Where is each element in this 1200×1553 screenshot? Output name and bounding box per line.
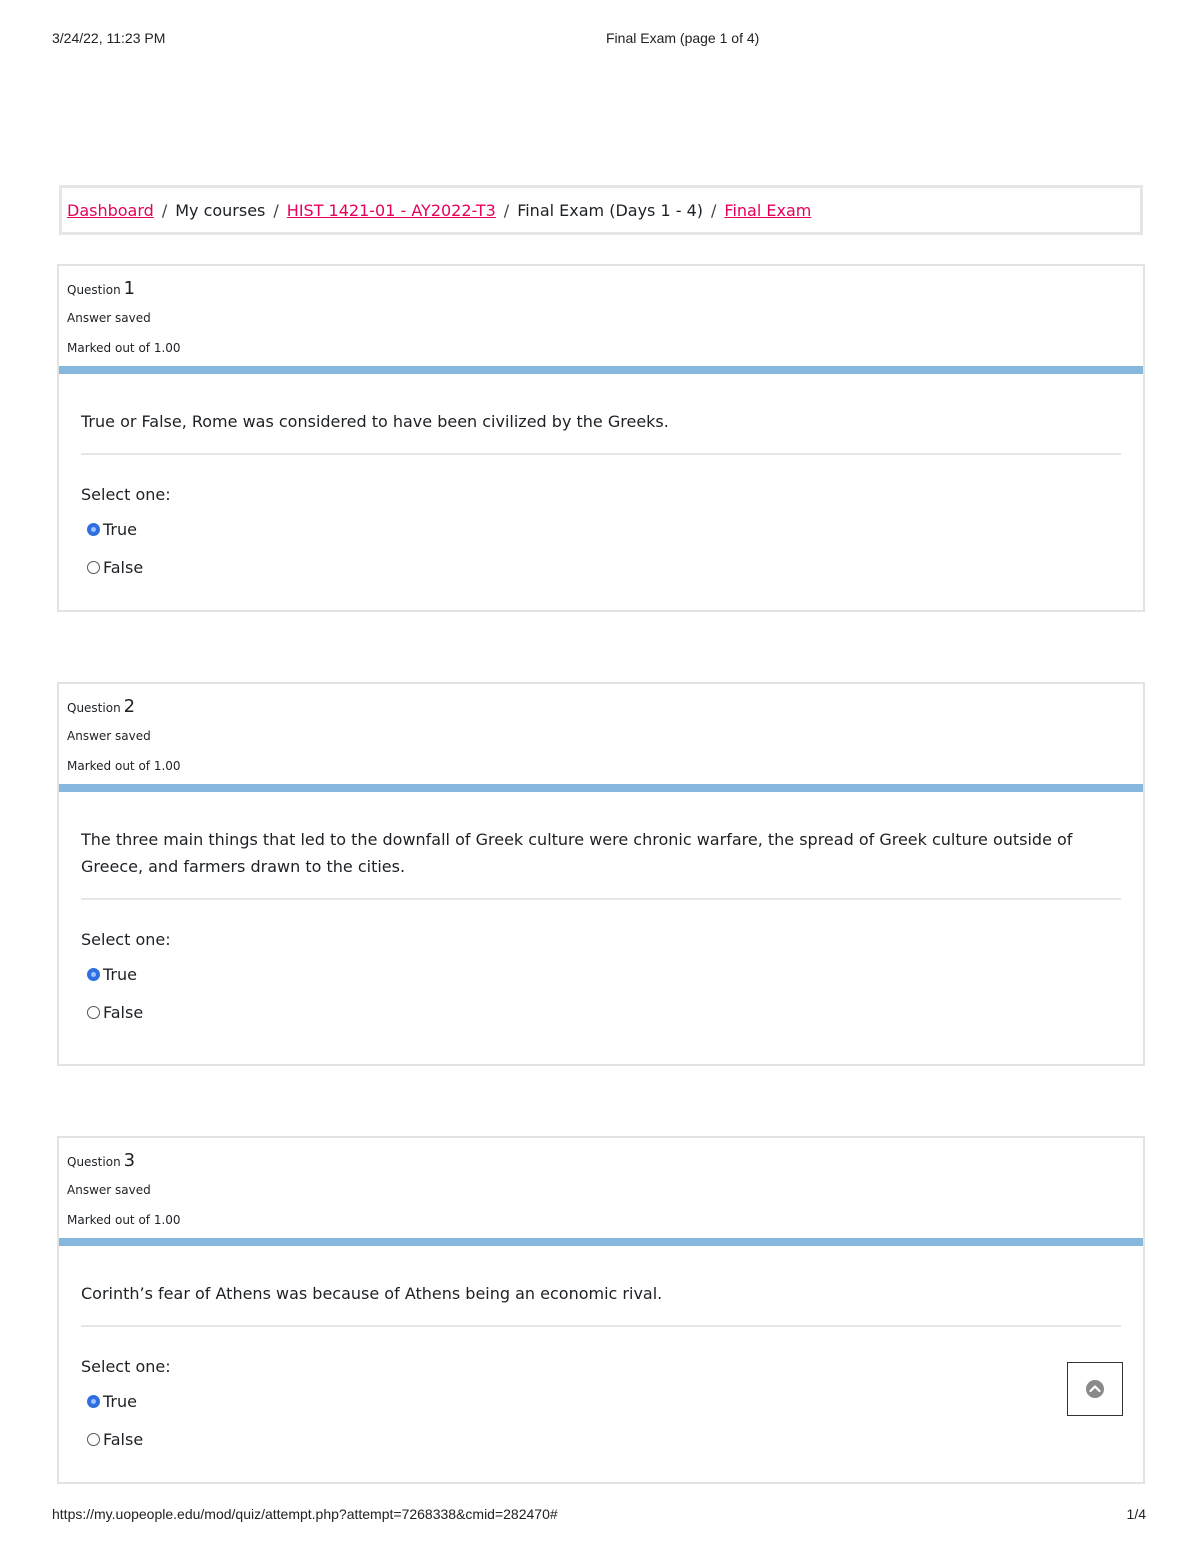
answer-option-false[interactable]: False bbox=[81, 999, 1121, 1025]
breadcrumb-separator: / bbox=[161, 200, 168, 220]
answer-prompt: Select one: bbox=[81, 930, 171, 949]
print-page-title: Final Exam (page 1 of 4) bbox=[606, 30, 760, 46]
breadcrumb: Dashboard / My courses / HIST 1421-01 - … bbox=[59, 185, 1143, 235]
radio-button-selected[interactable] bbox=[87, 1394, 100, 1408]
question-info: Question 3 Answer saved Marked out of 1.0… bbox=[59, 1138, 1143, 1238]
answer-option-label: False bbox=[103, 557, 144, 577]
question-divider-bar bbox=[59, 784, 1143, 792]
radio-button[interactable] bbox=[87, 1005, 100, 1019]
chevron-up-circle-icon bbox=[1086, 1380, 1104, 1398]
question-state: Answer saved bbox=[67, 729, 151, 743]
question-grade: Marked out of 1.00 bbox=[67, 341, 181, 355]
answer-option-label: True bbox=[103, 519, 137, 539]
question-number-value: 1 bbox=[123, 278, 136, 299]
question-1: Question 1 Answer saved Marked out of 1.0… bbox=[57, 264, 1145, 612]
breadcrumb-separator: / bbox=[273, 200, 279, 220]
question-number-label: Question bbox=[67, 1155, 121, 1169]
answer-prompt: Select one: bbox=[81, 485, 171, 504]
question-info: Question 2 Answer saved Marked out of 1.0… bbox=[59, 684, 1143, 784]
radio-button[interactable] bbox=[87, 1432, 100, 1446]
breadcrumb-dashboard-link[interactable]: Dashboard bbox=[67, 201, 154, 220]
question-number: Question 3 bbox=[67, 1150, 135, 1171]
question-text: Corinth’s fear of Athens was because of … bbox=[81, 1246, 1121, 1327]
answer-option-label: True bbox=[103, 1391, 137, 1411]
question-number: Question 1 bbox=[67, 278, 135, 299]
breadcrumb-my-courses: My courses bbox=[175, 200, 266, 220]
breadcrumb-course-link[interactable]: HIST 1421-01 - AY2022-T3 bbox=[287, 201, 496, 220]
question-divider-bar bbox=[59, 1238, 1143, 1246]
answer-option-label: True bbox=[103, 964, 137, 984]
print-datetime: 3/24/22, 11:23 PM bbox=[52, 30, 166, 46]
breadcrumb-section: Final Exam (Days 1 - 4) bbox=[517, 200, 704, 220]
question-number-value: 2 bbox=[123, 696, 136, 717]
question-number: Question 2 bbox=[67, 696, 135, 717]
print-url: https://my.uopeople.edu/mod/quiz/attempt… bbox=[52, 1506, 558, 1522]
answer-option-false[interactable]: False bbox=[81, 554, 1121, 580]
question-grade: Marked out of 1.00 bbox=[67, 1213, 181, 1227]
question-3: Question 3 Answer saved Marked out of 1.0… bbox=[57, 1136, 1145, 1484]
question-divider-bar bbox=[59, 366, 1143, 374]
question-number-label: Question bbox=[67, 701, 121, 715]
radio-button-selected[interactable] bbox=[87, 522, 100, 536]
breadcrumb-final-exam-link[interactable]: Final Exam bbox=[724, 201, 811, 220]
question-info: Question 1 Answer saved Marked out of 1.0… bbox=[59, 266, 1143, 366]
question-text: The three main things that led to the do… bbox=[81, 792, 1121, 900]
print-footer: https://my.uopeople.edu/mod/quiz/attempt… bbox=[0, 1506, 1200, 1526]
answer-option-true[interactable]: True bbox=[81, 961, 1121, 987]
radio-button-selected[interactable] bbox=[87, 967, 100, 981]
print-page-number: 1/4 bbox=[1126, 1506, 1146, 1522]
breadcrumb-separator: / bbox=[711, 200, 717, 220]
question-grade: Marked out of 1.00 bbox=[67, 759, 181, 773]
question-2: Question 2 Answer saved Marked out of 1.0… bbox=[57, 682, 1145, 1066]
question-text: True or False, Rome was considered to ha… bbox=[81, 374, 1121, 455]
answer-prompt: Select one: bbox=[81, 1357, 171, 1376]
answer-option-label: False bbox=[103, 1002, 144, 1022]
breadcrumb-separator: / bbox=[503, 200, 510, 220]
print-header: 3/24/22, 11:23 PM Final Exam (page 1 of … bbox=[0, 30, 1200, 50]
question-content: Corinth’s fear of Athens was because of … bbox=[59, 1246, 1143, 1452]
answer-option-true[interactable]: True bbox=[81, 1388, 1121, 1414]
question-content: The three main things that led to the do… bbox=[59, 792, 1143, 1025]
answer-option-label: False bbox=[103, 1429, 144, 1449]
question-content: True or False, Rome was considered to ha… bbox=[59, 374, 1143, 580]
question-state: Answer saved bbox=[67, 1183, 151, 1197]
answer-option-true[interactable]: True bbox=[81, 516, 1121, 542]
question-number-value: 3 bbox=[123, 1150, 136, 1171]
question-number-label: Question bbox=[67, 283, 121, 297]
radio-button[interactable] bbox=[87, 560, 100, 574]
question-state: Answer saved bbox=[67, 311, 151, 325]
back-to-top-button[interactable] bbox=[1067, 1362, 1123, 1416]
answer-option-false[interactable]: False bbox=[81, 1426, 1121, 1452]
